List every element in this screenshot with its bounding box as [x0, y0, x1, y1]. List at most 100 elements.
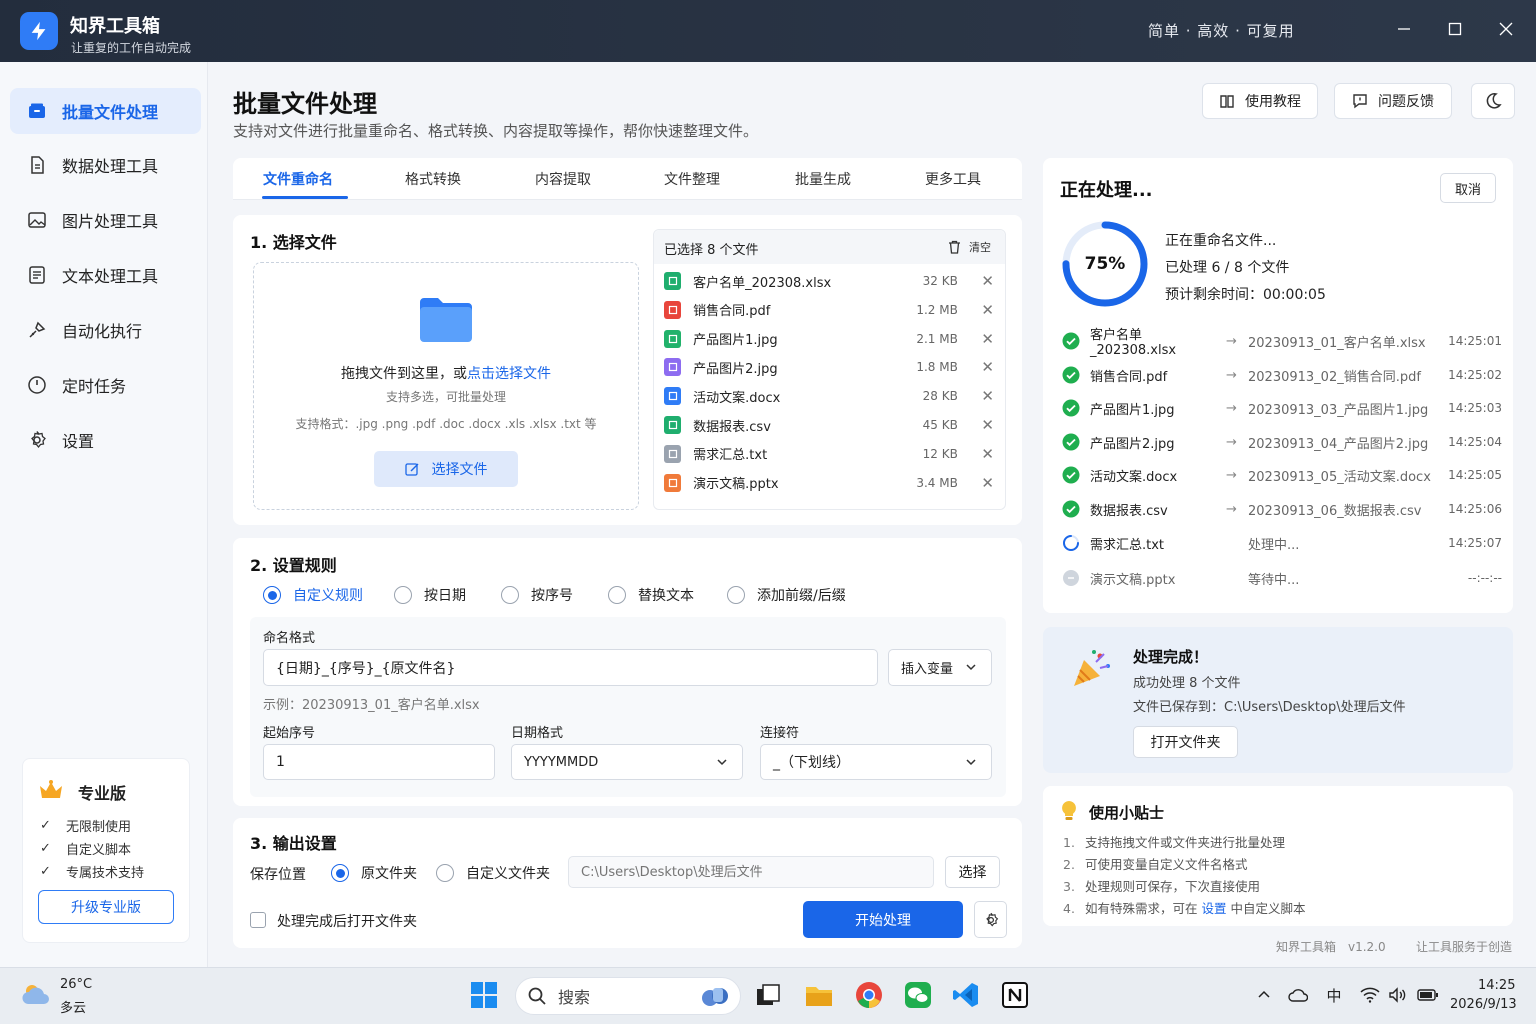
maximize-button[interactable]: [1439, 14, 1471, 44]
success-check-icon: [1062, 466, 1080, 484]
vscode-icon[interactable]: [950, 979, 982, 1011]
output-original-folder[interactable]: 原文件夹: [331, 863, 417, 883]
remove-file-icon[interactable]: ✕: [958, 330, 994, 348]
wechat-icon[interactable]: [902, 979, 934, 1011]
remove-file-icon[interactable]: ✕: [958, 387, 994, 405]
file-row: 演示文稿.pptx 3.4 MB ✕: [664, 469, 994, 497]
chevron-down-icon: [965, 756, 977, 768]
source-file-name: 演示文稿.pptx: [1090, 572, 1176, 588]
check-icon: ✓: [40, 841, 51, 856]
clear-list-button[interactable]: 清空: [948, 239, 991, 255]
notion-icon[interactable]: [999, 979, 1031, 1011]
remove-file-icon[interactable]: ✕: [958, 474, 994, 492]
sidebar-item-automation[interactable]: 自动化执行: [10, 307, 201, 353]
drop-subtext: 支持多选，可批量处理: [385, 390, 506, 404]
open-after-checkbox[interactable]: [250, 912, 266, 928]
separator-label: 连接符: [760, 726, 800, 741]
sidebar-item-batch-file[interactable]: 批量文件处理: [10, 88, 201, 134]
app-name: 知界工具箱: [70, 16, 160, 37]
tab-extract[interactable]: 内容提取: [498, 158, 628, 200]
tab-organize[interactable]: 文件整理: [627, 158, 757, 200]
completion-count: 成功处理 8 个文件: [1133, 676, 1241, 691]
rule-option-sequence[interactable]: 按序号: [501, 585, 573, 605]
tutorial-button[interactable]: 使用教程: [1202, 83, 1318, 119]
tip-item: 3. 处理规则可保存，下次直接使用: [1063, 879, 1261, 894]
battery-icon[interactable]: [1417, 984, 1439, 1006]
copilot-icon: [700, 984, 730, 1008]
cloud-sync-icon[interactable]: [1287, 984, 1309, 1006]
file-row: 需求汇总.txt 12 KB ✕: [664, 440, 994, 468]
processing-title: 正在处理...: [1060, 180, 1153, 201]
start-number-input[interactable]: 1: [263, 744, 495, 780]
insert-variable-dropdown[interactable]: 插入变量: [888, 649, 992, 686]
remove-file-icon[interactable]: ✕: [958, 272, 994, 290]
file-explorer-icon[interactable]: [803, 979, 835, 1011]
sidebar-item-image-tools[interactable]: 图片处理工具: [10, 197, 201, 243]
chevron-up-icon[interactable]: [1253, 984, 1275, 1006]
processing-settings-button[interactable]: [974, 901, 1007, 938]
output-custom-folder[interactable]: 自定义文件夹: [436, 863, 550, 883]
choose-path-button[interactable]: 选择: [945, 856, 1000, 888]
sidebar-item-scheduled[interactable]: 定时任务: [10, 362, 201, 408]
choose-files-button[interactable]: 选择文件: [374, 451, 518, 487]
sidebar-item-data-tools[interactable]: 数据处理工具: [10, 142, 201, 188]
feedback-button[interactable]: 问题反馈: [1334, 83, 1452, 119]
file-size: 12 KB: [922, 446, 958, 461]
check-icon: ✓: [40, 818, 51, 833]
wifi-icon[interactable]: [1359, 984, 1381, 1006]
tab-convert[interactable]: 格式转换: [368, 158, 498, 200]
crown-icon: [38, 780, 64, 800]
file-jpg-icon: [664, 358, 682, 377]
tab-generate[interactable]: 批量生成: [758, 158, 888, 200]
edit-icon: [404, 462, 420, 477]
rule-option-replace[interactable]: 替换文本: [608, 585, 694, 605]
app-logo-icon: [20, 12, 58, 50]
cloud-icon: [20, 980, 52, 1008]
success-check-icon: [1062, 332, 1080, 350]
rule-option-prefix-suffix[interactable]: 添加前缀/后缀: [727, 585, 846, 605]
clock-time[interactable]: 14:25: [1478, 978, 1515, 993]
task-view-icon[interactable]: [752, 979, 784, 1011]
tab-rename[interactable]: 文件重命名: [233, 158, 363, 200]
sidebar-item-settings[interactable]: 设置: [10, 417, 201, 463]
lightbulb-icon: [1060, 800, 1078, 822]
output-path-input[interactable]: [568, 856, 934, 888]
radio-icon: [608, 586, 626, 604]
date-format-select[interactable]: YYYYMMDD: [511, 744, 743, 780]
close-button[interactable]: [1490, 14, 1522, 44]
waiting-icon: [1062, 569, 1080, 587]
remove-file-icon[interactable]: ✕: [958, 445, 994, 463]
remove-file-icon[interactable]: ✕: [958, 416, 994, 434]
remove-file-icon[interactable]: ✕: [958, 301, 994, 319]
taskbar-search[interactable]: 搜索: [515, 977, 741, 1015]
chrome-icon[interactable]: [853, 979, 885, 1011]
tab-more[interactable]: 更多工具: [888, 158, 1018, 200]
separator-select[interactable]: _（下划线）: [760, 744, 992, 780]
theme-toggle-button[interactable]: [1471, 83, 1515, 119]
file-size: 45 KB: [922, 418, 958, 432]
minimize-button[interactable]: [1388, 14, 1420, 44]
ime-language[interactable]: 中: [1323, 984, 1345, 1006]
sidebar-item-text-tools[interactable]: 文本处理工具: [10, 252, 201, 298]
open-folder-button[interactable]: 打开文件夹: [1133, 726, 1238, 758]
tip-item: 1. 支持拖拽文件或文件夹进行批量处理: [1063, 835, 1286, 850]
clock-date[interactable]: 2026/9/13: [1450, 997, 1517, 1012]
start-processing-button[interactable]: 开始处理: [803, 901, 963, 938]
rule-option-custom[interactable]: 自定义规则: [263, 585, 363, 605]
choose-file-link[interactable]: 点击选择文件: [467, 366, 551, 382]
processing-row: 活动文案.docx → 20230913_05_活动文案.docx 14:25:05: [1062, 460, 1502, 490]
processing-row: 演示文稿.pptx 等待中... --:--:--: [1062, 563, 1502, 593]
volume-icon[interactable]: [1387, 984, 1409, 1006]
start-button[interactable]: [468, 979, 500, 1011]
rule-option-date[interactable]: 按日期: [394, 585, 466, 605]
naming-format-input[interactable]: {日期}_{序号}_{原文件名}: [263, 649, 878, 686]
cancel-button[interactable]: 取消: [1440, 173, 1496, 203]
settings-link[interactable]: 设置: [1201, 901, 1226, 916]
file-size: 1.2 MB: [916, 302, 958, 317]
upgrade-button[interactable]: 升级专业版: [38, 890, 174, 924]
page-description: 支持对文件进行批量重命名、格式转换、内容提取等操作，帮你快速整理文件。: [233, 122, 759, 140]
app-subtitle: 让重复的工作自动完成: [71, 41, 192, 55]
file-size: 1.8 MB: [916, 360, 958, 375]
remove-file-icon[interactable]: ✕: [958, 358, 994, 376]
target-file-name: 20230913_04_产品图片2.jpg: [1248, 436, 1429, 452]
